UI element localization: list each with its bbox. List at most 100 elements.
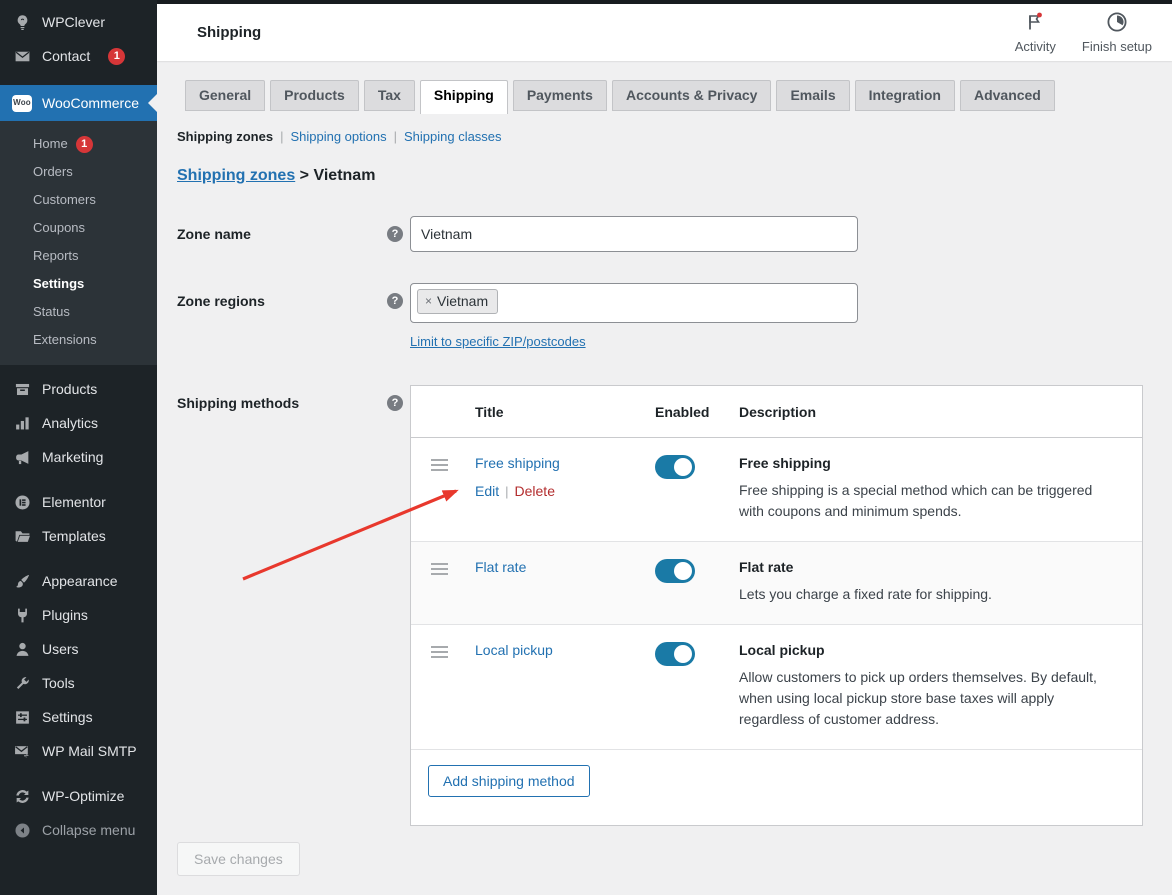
sidebar-item-customers[interactable]: Customers [0,186,157,214]
sidebar-item-woocommerce[interactable]: Woo WooCommerce [0,85,157,121]
table-footer: Add shipping method [411,750,1142,825]
tab-shipping[interactable]: Shipping [420,80,508,114]
sidebar-item-analytics[interactable]: Analytics [0,406,157,440]
help-icon[interactable] [387,395,403,411]
breadcrumb-shipping-zones-link[interactable]: Shipping zones [177,167,295,184]
limit-postcodes-link[interactable]: Limit to specific ZIP/postcodes [410,334,586,349]
sidebar-item-reports[interactable]: Reports [0,242,157,270]
page-header: Shipping Activity Finish setup [157,4,1172,61]
zone-regions-label: Zone regions [177,293,387,351]
method-desc-title: Local pickup [739,642,825,658]
save-changes-button[interactable]: Save changes [177,842,300,876]
edit-link[interactable]: Edit [475,483,499,499]
shipping-methods-row: Shipping methods Title Enabled Descripti… [177,385,1152,826]
finish-setup-button[interactable]: Finish setup [1082,11,1152,54]
woocommerce-submenu: Home 1 Orders Customers Coupons Reports … [0,121,157,365]
sidebar-item-products[interactable]: Products [0,372,157,406]
method-link-flat-rate[interactable]: Flat rate [475,559,526,575]
sidebar-item-tools[interactable]: Tools [0,666,157,700]
sliders-icon [12,709,32,726]
sidebar-item-label: Contact [42,47,90,65]
table-row-free-shipping: Free shipping Edit Delete Free shipping … [411,438,1142,542]
region-chip: Vietnam [417,289,498,314]
sidebar-item-settings[interactable]: Settings [0,700,157,734]
tab-tax[interactable]: Tax [364,80,415,111]
folder-icon [12,528,32,545]
subnav-shipping-classes[interactable]: Shipping classes [404,129,502,144]
plug-icon [12,607,32,624]
user-icon [12,641,32,658]
tab-emails[interactable]: Emails [776,80,849,111]
help-icon[interactable] [387,293,403,309]
tab-accounts-privacy[interactable]: Accounts & Privacy [612,80,772,111]
sidebar-item-marketing[interactable]: Marketing [0,440,157,474]
toggle-free-shipping[interactable] [655,455,695,479]
progress-pie-icon [1106,11,1128,36]
activity-flag-icon [1024,11,1046,36]
sidebar-item-status[interactable]: Status [0,298,157,326]
products-icon [12,381,32,398]
remove-region-icon[interactable] [425,294,432,308]
toggle-flat-rate[interactable] [655,559,695,583]
megaphone-icon [12,449,32,466]
sidebar-item-coupons[interactable]: Coupons [0,214,157,242]
sidebar-item-wpclever[interactable]: WPClever [0,5,157,39]
elementor-icon [12,494,32,511]
sidebar-item-templates[interactable]: Templates [0,519,157,553]
table-row-flat-rate: Flat rate Flat rate Lets you charge a fi… [411,542,1142,625]
sidebar-item-wp-mail-smtp[interactable]: WP Mail SMTP [0,734,157,768]
action-separator [505,484,508,499]
zone-name-label: Zone name [177,226,387,242]
method-desc-text: Lets you charge a fixed rate for shippin… [739,584,1118,605]
add-shipping-method-button[interactable]: Add shipping method [428,765,590,797]
breadcrumb-separator: > [300,167,309,184]
drag-handle-icon[interactable] [431,459,448,471]
zone-name-input[interactable] [410,216,858,252]
sidebar-item-extensions[interactable]: Extensions [0,326,157,354]
subnav-separator [280,129,283,144]
shipping-methods-label: Shipping methods [177,395,387,826]
method-desc-text: Free shipping is a special method which … [739,480,1118,522]
sidebar-item-home[interactable]: Home 1 [0,130,157,158]
tab-general[interactable]: General [185,80,265,111]
table-row-local-pickup: Local pickup Local pickup Allow customer… [411,625,1142,750]
tab-integration[interactable]: Integration [855,80,955,111]
drag-handle-icon[interactable] [431,646,448,658]
mail-arrow-icon [12,743,32,760]
contact-badge: 1 [108,48,125,65]
content-area: Shipping Activity Finish setup General P… [157,0,1172,895]
column-enabled: Enabled [655,404,739,420]
sidebar-item-plugins[interactable]: Plugins [0,598,157,632]
activity-label: Activity [1015,39,1056,54]
subnav-shipping-options[interactable]: Shipping options [290,129,386,144]
help-icon[interactable] [387,226,403,242]
tab-payments[interactable]: Payments [513,80,607,111]
tab-advanced[interactable]: Advanced [960,80,1055,111]
sidebar-item-appearance[interactable]: Appearance [0,564,157,598]
finish-setup-label: Finish setup [1082,39,1152,54]
shipping-methods-table: Title Enabled Description Free shipping … [410,385,1143,826]
method-desc-title: Free shipping [739,455,831,471]
sidebar-item-label: WooCommerce [42,94,139,112]
sidebar-item-collapse-menu[interactable]: Collapse menu [0,813,157,847]
sidebar-item-wp-optimize[interactable]: WP-Optimize [0,779,157,813]
method-link-local-pickup[interactable]: Local pickup [475,642,553,658]
settings-tabs: General Products Tax Shipping Payments A… [185,80,1152,114]
sidebar-item-users[interactable]: Users [0,632,157,666]
activity-button[interactable]: Activity [1015,11,1056,54]
sidebar-item-orders[interactable]: Orders [0,158,157,186]
sidebar-item-elementor[interactable]: Elementor [0,485,157,519]
sidebar-item-settings-current[interactable]: Settings [0,270,157,298]
drag-handle-icon[interactable] [431,563,448,575]
delete-link[interactable]: Delete [515,483,555,499]
sidebar-item-contact[interactable]: Contact 1 [0,39,157,73]
tab-products[interactable]: Products [270,80,359,111]
subnav-shipping-zones[interactable]: Shipping zones [177,129,273,144]
toggle-local-pickup[interactable] [655,642,695,666]
zone-regions-input[interactable]: Vietnam [410,283,858,323]
table-header: Title Enabled Description [411,386,1142,438]
page-title: Shipping [197,24,261,41]
lightbulb-icon [12,14,32,31]
breadcrumb: Shipping zones > Vietnam [177,167,1152,185]
method-link-free-shipping[interactable]: Free shipping [475,455,560,471]
